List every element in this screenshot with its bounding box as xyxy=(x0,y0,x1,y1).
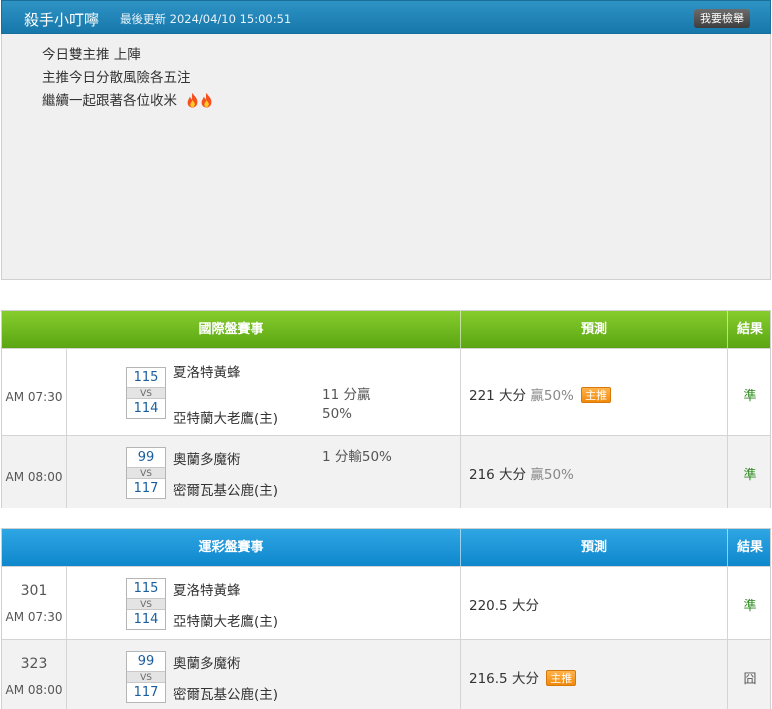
last-updated: 最後更新 2024/04/10 15:00:51 xyxy=(120,12,292,26)
score-box: 99 VS 117 xyxy=(126,447,166,499)
prediction: 220.5 大分 xyxy=(469,594,539,614)
tipster-message: 今日雙主推 上陣 主推今日分散風險各五注 繼續一起跟著各位收米 xyxy=(1,34,771,280)
handicap-percent: 50% xyxy=(322,406,353,422)
table-row: AM 07:30 115 VS 114 夏洛特黃蜂 亞特蘭大老鷹(主) 11 分… xyxy=(2,348,770,435)
col-header-prediction: 預測 xyxy=(580,540,607,555)
report-button[interactable]: 我要檢舉 xyxy=(694,9,750,28)
vs-label: VS xyxy=(127,467,165,479)
col-header-prediction: 預測 xyxy=(580,322,607,337)
table-header: 國際盤賽事 預測 結果 xyxy=(2,311,770,348)
score-home: 114 xyxy=(133,401,159,416)
game-time: AM 08:00 xyxy=(5,470,63,484)
vs-label: VS xyxy=(127,671,165,683)
message-line-3-text: 繼續一起跟著各位收米 xyxy=(42,93,177,109)
score-box: 115 VS 114 xyxy=(126,578,166,630)
table-row: 301 AM 07:30 115 VS 114 夏洛特黃蜂 亞特蘭大老鷹(主) … xyxy=(2,566,770,639)
main-pick-badge: 主推 xyxy=(546,670,577,686)
team-away[interactable]: 夏洛特黃蜂 xyxy=(173,579,241,599)
score-away: 115 xyxy=(133,370,159,385)
score-box: 115 VS 114 xyxy=(126,367,166,419)
team-home[interactable]: 亞特蘭大老鷹(主) xyxy=(173,407,278,427)
result-label: 準 xyxy=(743,389,757,404)
handicap-value: 1 分輸50% xyxy=(322,449,392,465)
fire-icon xyxy=(187,92,198,108)
prediction-extra: 贏50% xyxy=(530,467,574,483)
tipster-header: 殺手小叮嚀 最後更新 2024/04/10 15:00:51 我要檢舉 xyxy=(1,0,771,34)
result-label: 囧 xyxy=(743,672,757,687)
team-away[interactable]: 奧蘭多魔術 xyxy=(173,448,241,468)
game-code: 323 xyxy=(20,656,48,672)
col-header-result: 結果 xyxy=(736,540,763,555)
score-away: 99 xyxy=(137,450,155,465)
game-time: AM 07:30 xyxy=(5,390,63,404)
prediction-main: 221 大分 xyxy=(469,388,527,404)
game-time: AM 08:00 xyxy=(5,683,63,697)
game-code: 301 xyxy=(20,583,48,599)
game-time: AM 07:30 xyxy=(5,610,63,624)
team-away[interactable]: 夏洛特黃蜂 xyxy=(173,361,241,381)
col-header-event: 國際盤賽事 xyxy=(198,322,264,337)
international-table: 國際盤賽事 預測 結果 AM 07:30 115 VS 114 夏洛特黃蜂 亞特… xyxy=(1,310,771,508)
vs-label: VS xyxy=(127,598,165,610)
message-line-1: 今日雙主推 上陣 xyxy=(42,47,141,63)
handicap-line: 11 分贏 50% xyxy=(322,386,370,424)
score-home: 117 xyxy=(133,685,159,700)
col-header-result: 結果 xyxy=(736,322,763,337)
handicap-value: 11 分贏 xyxy=(322,387,371,403)
table-row: AM 08:00 99 VS 117 奧蘭多魔術 密爾瓦基公鹿(主) 1 分輸5… xyxy=(2,435,770,508)
score-away: 115 xyxy=(133,581,159,596)
prediction-extra: 贏50% xyxy=(530,388,574,404)
team-away[interactable]: 奧蘭多魔術 xyxy=(173,652,241,672)
message-line-2: 主推今日分散風險各五注 xyxy=(42,70,191,86)
result-label: 準 xyxy=(743,599,757,614)
fire-icon xyxy=(201,92,212,108)
score-home: 114 xyxy=(133,612,159,627)
tipster-name[interactable]: 殺手小叮嚀 xyxy=(24,9,99,30)
team-home[interactable]: 密爾瓦基公鹿(主) xyxy=(173,683,278,703)
prediction-main: 216 大分 xyxy=(469,467,527,483)
result-label: 準 xyxy=(743,468,757,483)
table-header: 運彩盤賽事 預測 結果 xyxy=(2,529,770,566)
sports-lottery-table: 運彩盤賽事 預測 結果 301 AM 07:30 115 VS 114 夏洛特黃… xyxy=(1,528,771,709)
col-header-event: 運彩盤賽事 xyxy=(198,540,264,555)
message-line-3: 繼續一起跟著各位收米 xyxy=(42,90,770,113)
vs-label: VS xyxy=(127,387,165,399)
prediction: 216.5 大分 主推 xyxy=(469,667,577,687)
team-home[interactable]: 亞特蘭大老鷹(主) xyxy=(173,610,278,630)
prediction: 216 大分 贏50% xyxy=(469,463,574,483)
prediction-main: 220.5 大分 xyxy=(469,598,539,614)
table-row: 323 AM 08:00 99 VS 117 奧蘭多魔術 密爾瓦基公鹿(主) 2… xyxy=(2,639,770,709)
prediction-main: 216.5 大分 xyxy=(469,671,539,687)
team-home[interactable]: 密爾瓦基公鹿(主) xyxy=(173,479,278,499)
score-home: 117 xyxy=(133,481,159,496)
score-away: 99 xyxy=(137,654,155,669)
prediction: 221 大分 贏50% 主推 xyxy=(469,384,612,404)
main-pick-badge: 主推 xyxy=(581,387,612,403)
score-box: 99 VS 117 xyxy=(126,651,166,703)
